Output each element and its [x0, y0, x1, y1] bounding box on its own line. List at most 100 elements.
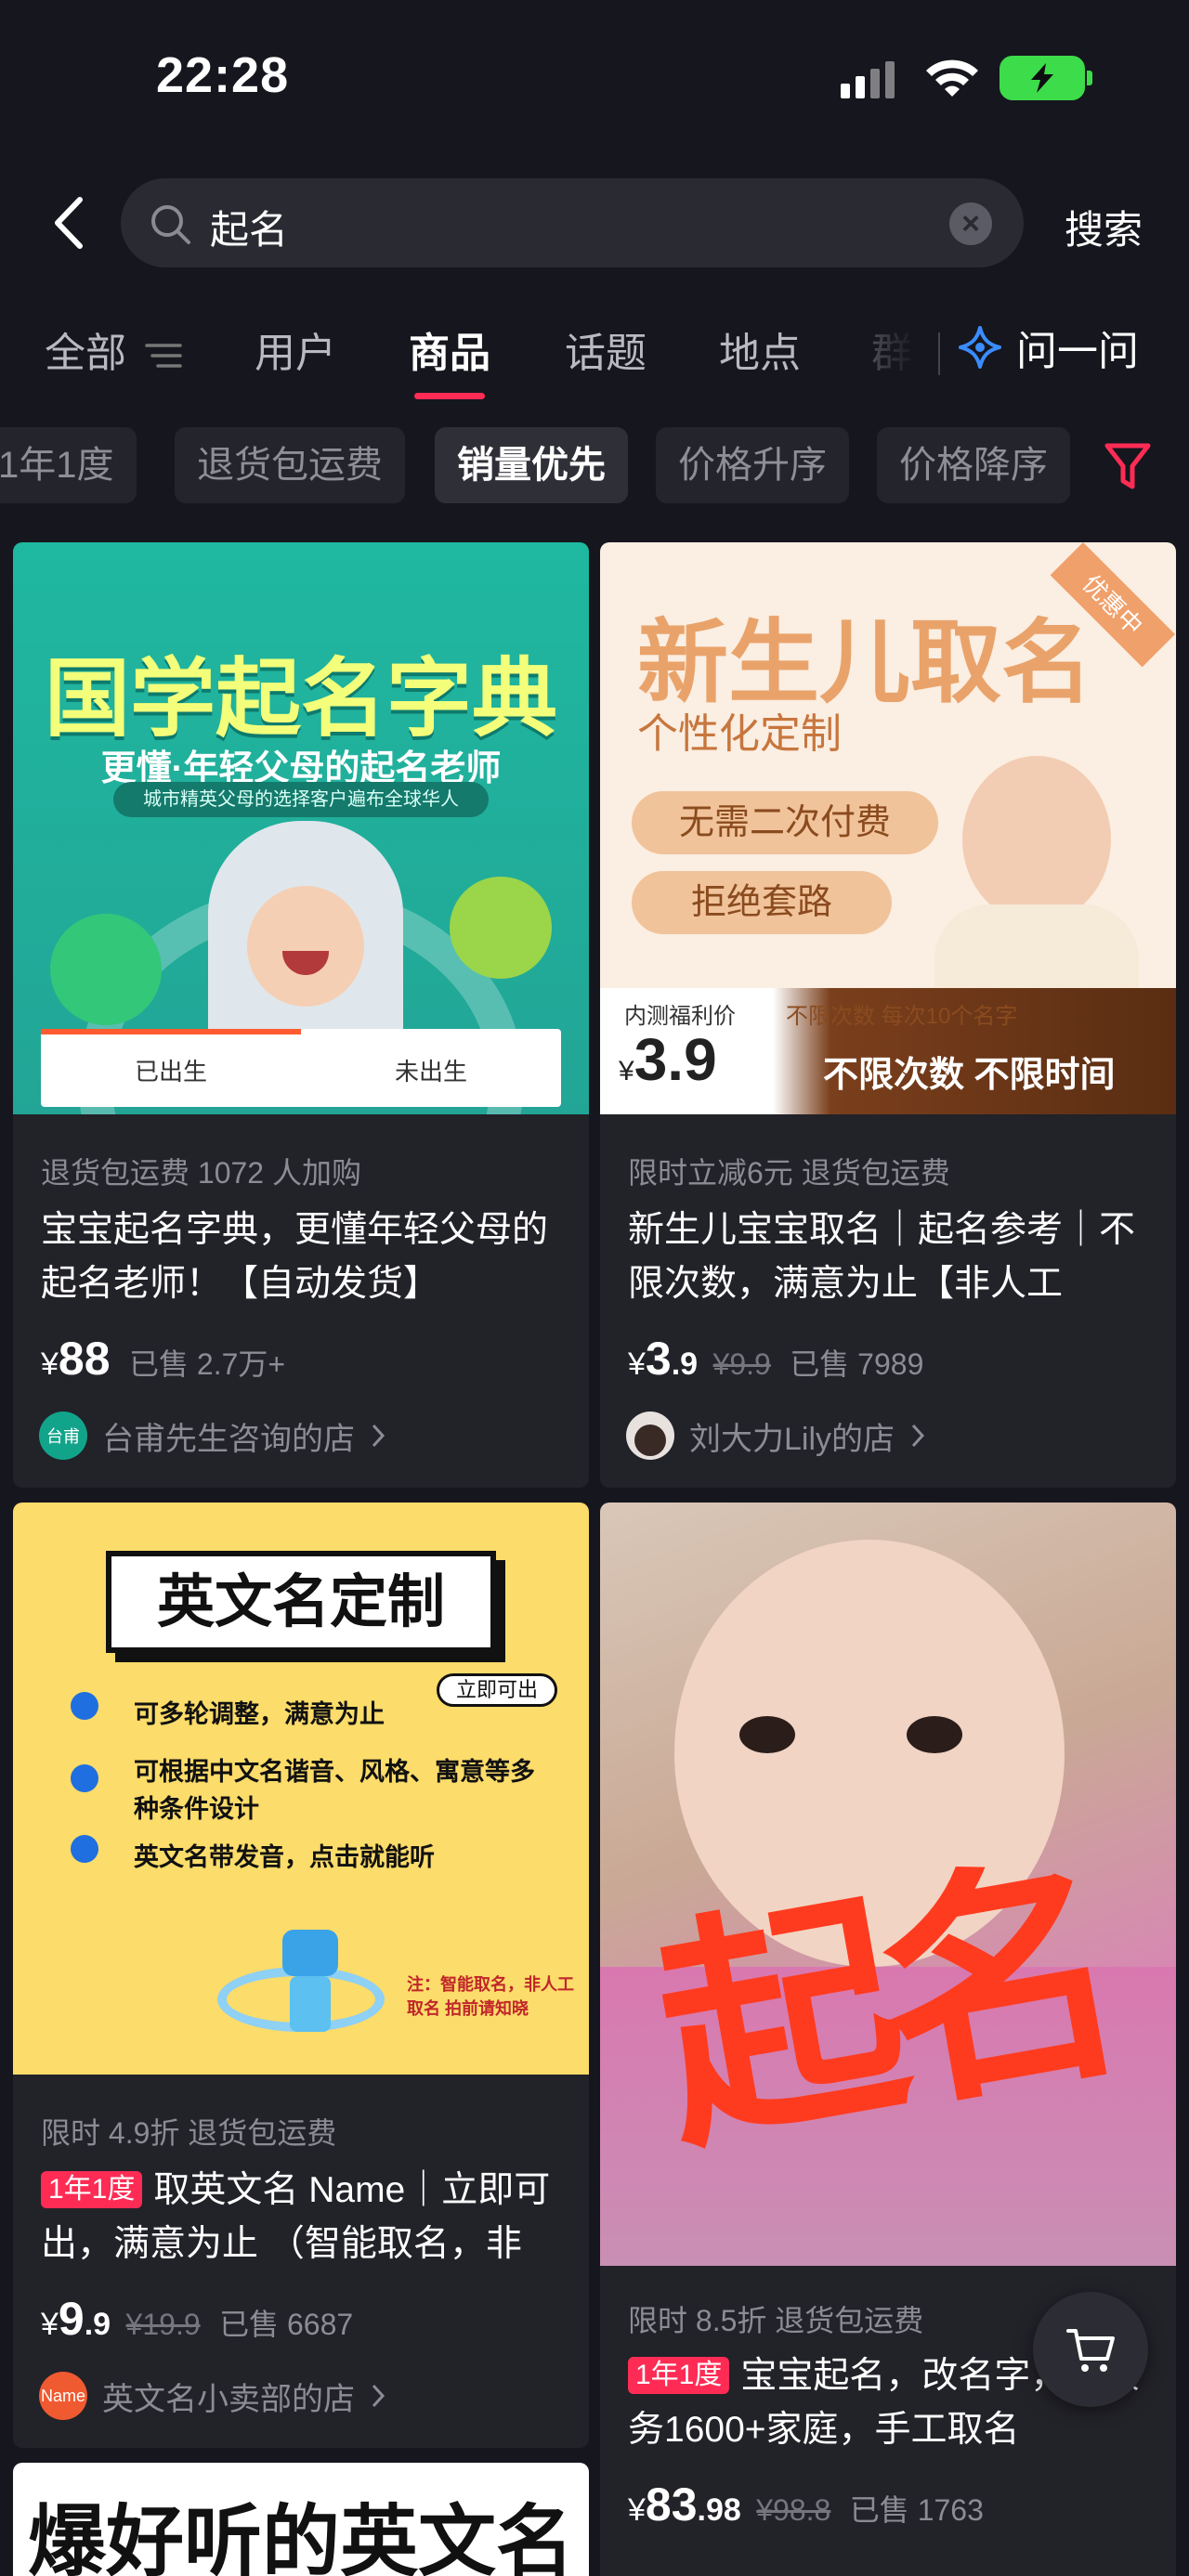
chevron-right-icon [372, 2384, 385, 2408]
price-banner: 内测福利价 ¥3.9 不限次数 每次10个名字 不限次数 不限时间 [600, 988, 1176, 1114]
product-card[interactable]: 新生儿取名 个性化定制 无需二次付费 拒绝套路 优惠中 内测福利价 ¥3.9 不… [600, 542, 1176, 1488]
price-decimal: .9 [671, 1347, 699, 1382]
image-pill: 拒绝套路 [632, 871, 892, 934]
shop-avatar [626, 1412, 674, 1460]
tab-places[interactable]: 地点 [719, 319, 801, 379]
shop-avatar-text: Name [40, 2386, 85, 2405]
price-integer: 83 [645, 2478, 698, 2530]
price-currency: ¥ [41, 2307, 59, 2342]
baby-eye [907, 1716, 962, 1753]
tabs-divider [938, 332, 940, 375]
product-meta: 限时立减6元 退货包运费 [628, 1156, 950, 1190]
banner-price-value: 3.9 [634, 1026, 717, 1093]
shop-avatar: Name [39, 2372, 87, 2420]
product-image: 英文名定制 立即可出 可多轮调整，满意为止 可根据中文名谐音、风格、寓意等多种条… [13, 1503, 589, 2075]
check-icon [71, 1764, 98, 1792]
product-price: ¥9.9 ¥19.9 已售 6687 [41, 2292, 353, 2346]
chip-sales-first[interactable]: 销量优先 [435, 427, 628, 503]
wifi-icon [926, 59, 978, 97]
search-category-tabs: 全部 用户 商品 话题 地点 群 问一问 [0, 306, 1189, 399]
image-title: 爆好听的英文名 [27, 2498, 574, 2576]
tabs-fade [864, 306, 938, 390]
search-input[interactable]: 起名 × [121, 178, 1024, 267]
shop-avatar: 台甫 [39, 1412, 87, 1460]
banner-note: 不限次数 每次10个名字 [786, 1004, 1018, 1029]
tab-topics[interactable]: 话题 [565, 319, 647, 379]
image-pill: 无需二次付费 [632, 791, 938, 854]
feature-item: 可根据中文名谐音、风格、寓意等多种条件设计 [134, 1758, 535, 1823]
product-price: ¥83.98 ¥98.8 已售 1763 [628, 2478, 984, 2531]
tab-users[interactable]: 用户 [255, 319, 336, 379]
birth-tabs: 已出生 未出生 [41, 1029, 561, 1107]
shop-name: 刘大力Lily的店 [689, 1421, 895, 1457]
image-title: 英文名定制 [106, 1551, 496, 1653]
battery-icon [1000, 56, 1092, 100]
original-price: ¥9.9 [712, 1347, 771, 1381]
product-image: 国学起名字典 更懂·年轻父母的起名老师 城市精英父母的选择客户遍布全球华人 已出… [13, 542, 589, 1114]
chip-annual[interactable]: 1年1度 [0, 427, 137, 503]
price-decimal: .98 [697, 2492, 741, 2528]
image-caption: 城市精英父母的选择客户遍布全球华人 [113, 782, 489, 817]
product-title: 新生儿宝宝取名｜起名参考｜不限次数，满意为止【非人工 [628, 1210, 1136, 1304]
product-card[interactable]: 起名 限时 8.5折 退货包运费 1年1度 宝宝起名，改名字，计服务1600+家庭… [600, 1503, 1176, 2576]
shop-link[interactable]: Name 英文名小卖部的店 [39, 2372, 386, 2420]
price-currency: ¥ [628, 1347, 646, 1382]
product-image: 新生儿取名 个性化定制 无需二次付费 拒绝套路 优惠中 内测福利价 ¥3.9 不… [600, 542, 1176, 1114]
product-image: 起名 [600, 1503, 1176, 2266]
shop-name: 台甫先生咨询的店 [102, 1421, 355, 1457]
image-subtitle: 个性化定制 [637, 711, 842, 757]
tab-all[interactable]: 全部 [45, 319, 182, 379]
price-integer: 88 [58, 1333, 111, 1385]
ai-star-icon [959, 326, 1001, 369]
ask-label: 问一问 [1016, 329, 1139, 374]
product-meta: 限时 8.5折 退货包运费 [628, 2304, 924, 2337]
shopping-cart-icon [1066, 2329, 1115, 2372]
decor-circle [450, 877, 552, 979]
product-card[interactable]: 国学起名字典 更懂·年轻父母的起名老师 城市精英父母的选择客户遍布全球华人 已出… [13, 542, 589, 1488]
robot-illustration [208, 1911, 394, 2050]
feature-item: 英文名带发音，点击就能听 [134, 1843, 435, 1871]
price-decimal: .9 [84, 2307, 111, 2342]
banner-price-currency: ¥ [619, 1056, 634, 1086]
product-meta: 退货包运费 1072 人加购 [41, 1156, 361, 1190]
cellular-signal-icon [841, 61, 895, 98]
product-price: ¥3.9 ¥9.9 已售 7989 [628, 1332, 923, 1386]
sold-count: 已售 6687 [219, 2308, 354, 2341]
original-price: ¥19.9 [125, 2308, 201, 2341]
tab-all-label: 全部 [45, 331, 126, 376]
chevron-right-icon [911, 1424, 925, 1448]
status-time: 22:28 [156, 47, 290, 103]
chevron-left-icon [55, 197, 83, 249]
search-button[interactable]: 搜索 [1065, 199, 1143, 255]
product-card[interactable]: 英文名定制 立即可出 可多轮调整，满意为止 可根据中文名谐音、风格、寓意等多种条… [13, 1503, 589, 2448]
cart-button[interactable] [1033, 2292, 1148, 2407]
product-card[interactable]: 爆好听的英文名 [13, 2463, 589, 2576]
decor-circle [50, 914, 162, 1025]
image-title: 国学起名字典 [44, 652, 557, 747]
product-meta: 限时 4.9折 退货包运费 [41, 2116, 337, 2150]
status-bar: 22:28 [0, 0, 1189, 158]
shop-name: 英文名小卖部的店 [102, 2381, 355, 2417]
check-icon [71, 1835, 98, 1863]
shop-avatar-text: 台甫 [46, 1427, 80, 1446]
clear-search-button[interactable]: × [949, 202, 992, 245]
back-button[interactable] [41, 186, 97, 260]
tab-born: 已出生 [134, 1058, 207, 1086]
sold-count: 已售 7989 [790, 1347, 924, 1381]
ask-button[interactable]: 问一问 [957, 318, 1139, 377]
filter-chips: 1年1度 退货包运费 销量优先 价格升序 价格降序 [0, 427, 1189, 507]
product-title: 宝宝起名字典，更懂年轻父母的起名老师！【自动发货】 [41, 1210, 549, 1304]
annual-tag: 1年1度 [628, 2357, 730, 2394]
chip-price-asc[interactable]: 价格升序 [656, 427, 849, 503]
filter-funnel-icon[interactable] [1102, 438, 1154, 494]
chip-price-desc[interactable]: 价格降序 [877, 427, 1070, 503]
tab-products[interactable]: 商品 [409, 319, 490, 399]
sold-count: 已售 1763 [849, 2493, 984, 2527]
product-title: 1年1度 取英文名 Name｜立即可出，满意为止 （智能取名，非 [41, 2164, 565, 2271]
price-currency: ¥ [41, 1347, 59, 1382]
price-integer: 3 [645, 1333, 672, 1385]
shop-link[interactable]: 刘大力Lily的店 [626, 1412, 926, 1460]
shop-link[interactable]: 台甫 台甫先生咨询的店 [39, 1412, 386, 1460]
annual-tag: 1年1度 [41, 2171, 143, 2208]
chip-free-return[interactable]: 退货包运费 [175, 427, 405, 503]
